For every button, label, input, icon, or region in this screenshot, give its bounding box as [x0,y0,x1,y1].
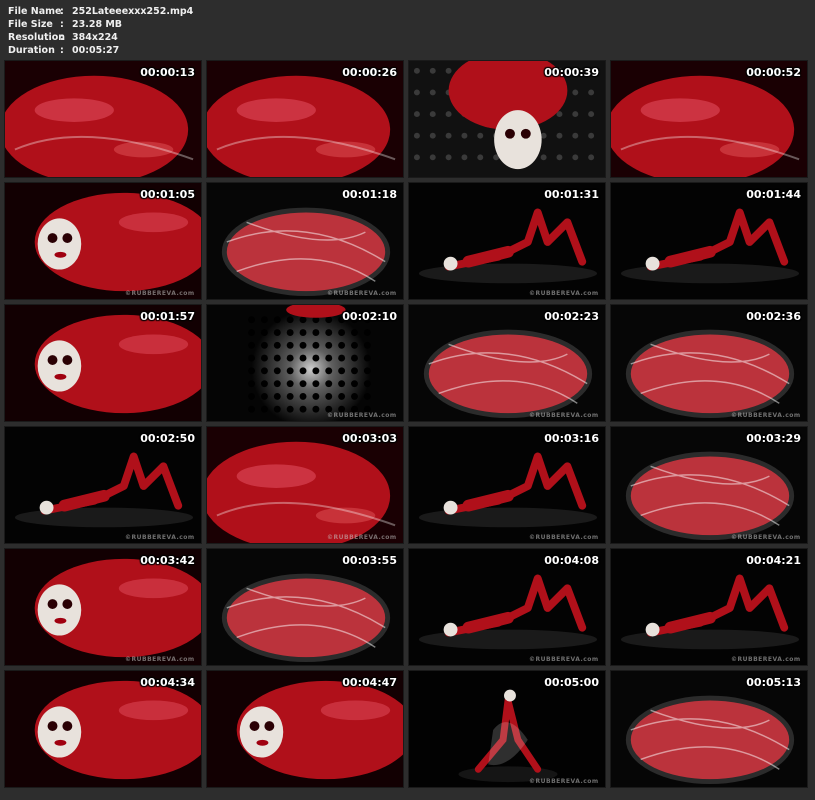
thumbnail-timestamp: 00:01:31 [544,188,599,201]
thumbnail-timestamp: 00:05:13 [746,676,801,689]
thumbnail-frame: 00:01:18 ©RUBBEREVA.com [206,182,404,300]
thumbnail-timestamp: 00:03:16 [544,432,599,445]
thumbnail-timestamp: 00:00:52 [746,66,801,79]
thumbnail-timestamp: 00:04:21 [746,554,801,567]
thumbnail-frame: 00:03:03 ©RUBBEREVA.com [206,426,404,544]
thumbnail-watermark: ©RUBBEREVA.com [529,778,599,785]
thumbnail-watermark: ©RUBBEREVA.com [529,412,599,419]
thumbnail-watermark: ©RUBBEREVA.com [731,412,801,419]
thumbnail-watermark: ©RUBBEREVA.com [327,534,397,541]
thumbnail-frame: 00:04:47 [206,670,404,788]
thumbnail-frame: 00:01:05 ©RUBBEREVA.com [4,182,202,300]
thumbnail-timestamp: 00:00:39 [544,66,599,79]
thumbnail-timestamp: 00:03:03 [342,432,397,445]
thumbnail-watermark: ©RUBBEREVA.com [731,534,801,541]
thumbnail-frame: 00:00:39 [408,60,606,178]
duration-row: Duration : 00:05:27 [8,44,193,57]
file-name-row: File Name : 252Lateeexxx252.mp4 [8,5,193,18]
thumbnail-timestamp: 00:01:57 [140,310,195,323]
thumbnail-grid: 00:00:13 00:00:26 00:00:39 00:00:52 00:01:05… [4,60,808,788]
thumbnail-frame: 00:05:00 ©RUBBEREVA.com [408,670,606,788]
thumbnail-frame: 00:00:13 [4,60,202,178]
thumbnail-timestamp: 00:03:55 [342,554,397,567]
thumbnail-timestamp: 00:00:26 [342,66,397,79]
thumbnail-timestamp: 00:02:36 [746,310,801,323]
thumbnail-watermark: ©RUBBEREVA.com [125,534,195,541]
thumbnail-timestamp: 00:02:50 [140,432,195,445]
thumbnail-timestamp: 00:04:47 [342,676,397,689]
thumbnail-frame: 00:01:31 ©RUBBEREVA.com [408,182,606,300]
thumbnail-timestamp: 00:02:23 [544,310,599,323]
file-info-panel: File Name : 252Lateeexxx252.mp4 File Siz… [8,5,193,57]
thumbnail-timestamp: 00:04:08 [544,554,599,567]
separator: : [60,6,64,17]
thumbnail-frame: 00:05:13 [610,670,808,788]
separator: : [60,32,64,43]
thumbnail-frame: 00:03:16 ©RUBBEREVA.com [408,426,606,544]
thumbnail-frame: 00:04:21 ©RUBBEREVA.com [610,548,808,666]
thumbnail-watermark: ©RUBBEREVA.com [529,534,599,541]
thumbnail-frame: 00:03:29 ©RUBBEREVA.com [610,426,808,544]
thumbnail-frame: 00:04:34 [4,670,202,788]
thumbnail-watermark: ©RUBBEREVA.com [327,412,397,419]
thumbnail-timestamp: 00:02:10 [342,310,397,323]
resolution-label: Resolution [8,32,66,43]
thumbnail-timestamp: 00:01:05 [140,188,195,201]
file-name-label: File Name [8,6,62,17]
thumbnail-watermark: ©RUBBEREVA.com [731,656,801,663]
separator: : [60,19,64,30]
thumbnail-timestamp: 00:00:13 [140,66,195,79]
thumbnail-timestamp: 00:05:00 [544,676,599,689]
thumbnail-frame: 00:02:23 ©RUBBEREVA.com [408,304,606,422]
thumbnail-watermark: ©RUBBEREVA.com [327,290,397,297]
thumbnail-timestamp: 00:01:18 [342,188,397,201]
separator: : [60,45,64,56]
thumbnail-watermark: ©RUBBEREVA.com [529,656,599,663]
thumbnail-frame: 00:02:10 ©RUBBEREVA.com [206,304,404,422]
thumbnail-watermark: ©RUBBEREVA.com [529,290,599,297]
thumbnail-frame: 00:04:08 ©RUBBEREVA.com [408,548,606,666]
file-name-value: 252Lateeexxx252.mp4 [72,6,194,17]
duration-label: Duration [8,45,55,56]
thumbnail-timestamp: 00:01:44 [746,188,801,201]
file-size-row: File Size : 23.28 MB [8,18,193,31]
resolution-row: Resolution : 384x224 [8,31,193,44]
thumbnail-frame: 00:02:36 ©RUBBEREVA.com [610,304,808,422]
thumbnail-timestamp: 00:03:29 [746,432,801,445]
thumbnail-frame: 00:00:26 [206,60,404,178]
thumbnail-timestamp: 00:04:34 [140,676,195,689]
duration-value: 00:05:27 [72,45,120,56]
thumbnail-frame: 00:03:55 [206,548,404,666]
thumbnail-frame: 00:00:52 [610,60,808,178]
thumbnail-frame: 00:02:50 ©RUBBEREVA.com [4,426,202,544]
file-size-label: File Size [8,19,53,30]
thumbnail-frame: 00:01:57 [4,304,202,422]
thumbnail-frame: 00:01:44 [610,182,808,300]
thumbnail-watermark: ©RUBBEREVA.com [125,656,195,663]
thumbnail-frame: 00:03:42 ©RUBBEREVA.com [4,548,202,666]
thumbnail-watermark: ©RUBBEREVA.com [125,290,195,297]
thumbnail-timestamp: 00:03:42 [140,554,195,567]
resolution-value: 384x224 [72,32,118,43]
file-size-value: 23.28 MB [72,19,123,30]
